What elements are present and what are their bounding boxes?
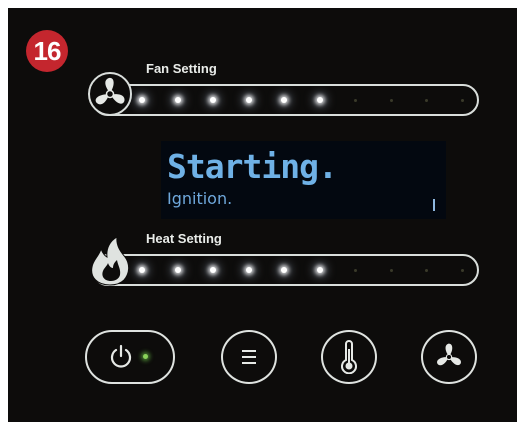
led-off (389, 269, 393, 272)
led-on (139, 97, 145, 103)
display-cursor (433, 199, 435, 211)
step-number: 16 (33, 35, 62, 66)
led-off (425, 99, 428, 102)
thermometer-icon (341, 340, 357, 374)
temperature-button[interactable] (321, 330, 377, 384)
fan-level-leds (94, 86, 477, 114)
led-off (460, 269, 464, 272)
led-on (245, 97, 252, 103)
led-on (174, 97, 181, 103)
status-detail: Ignition. (167, 189, 233, 208)
led-off (389, 99, 393, 102)
fan-setting-bar[interactable] (88, 72, 479, 116)
heat-level-leds (94, 256, 477, 284)
heat-setting-label: Heat Setting (146, 231, 222, 246)
led-on (316, 97, 323, 103)
power-icon (110, 344, 132, 368)
led-on (316, 267, 323, 273)
menu-button[interactable] (221, 330, 277, 384)
status-text: Starting. (167, 147, 338, 186)
led-on (245, 267, 252, 273)
fan-button[interactable] (421, 330, 477, 384)
heat-setting-bar[interactable] (91, 236, 479, 286)
led-off (460, 99, 464, 102)
led-on (174, 267, 181, 273)
led-off (425, 269, 428, 272)
menu-icon (242, 350, 256, 364)
led-on (281, 97, 287, 103)
led-on (139, 267, 145, 273)
status-display: Starting. Ignition. (161, 141, 446, 219)
fan-setting-label: Fan Setting (146, 61, 217, 76)
led-on (210, 97, 216, 103)
power-button[interactable] (85, 330, 175, 384)
led-on (281, 267, 287, 273)
fan-icon (437, 343, 461, 366)
power-indicator-light (143, 354, 148, 359)
step-number-badge: 16 (26, 30, 68, 72)
control-panel: 16 Fan Setting Starting. Ignition. Heat … (8, 8, 517, 422)
led-off (354, 99, 357, 102)
led-off (354, 269, 357, 272)
led-on (210, 267, 216, 273)
